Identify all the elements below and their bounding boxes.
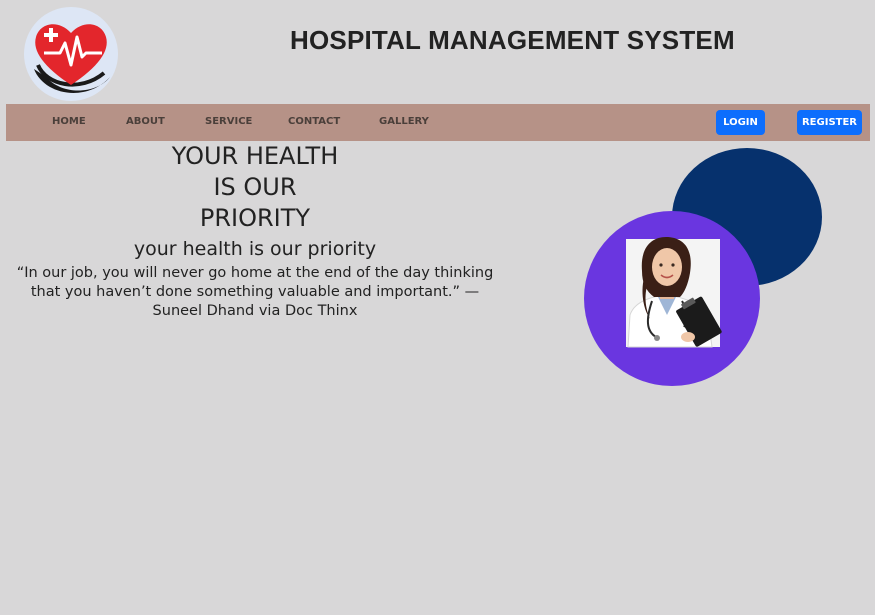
hero-headline-line-1: YOUR HEALTH <box>171 142 339 170</box>
nav-service-link[interactable]: SERVICE <box>205 116 252 127</box>
heart-medical-logo-icon <box>24 7 118 101</box>
nav-contact-link[interactable]: CONTACT <box>288 116 340 127</box>
hero-section: YOUR HEALTH IS OUR PRIORITY your health … <box>0 141 510 321</box>
login-button[interactable]: LOGIN <box>716 110 765 135</box>
navbar: HOME ABOUT SERVICE CONTACT GALLERY LOGIN… <box>6 104 870 141</box>
hero-headline-line-2: IS OUR <box>213 173 297 201</box>
site-title: HOSPITAL MANAGEMENT SYSTEM <box>290 25 735 55</box>
hero-subheading: your health is our priority <box>133 238 377 260</box>
hero-headline: YOUR HEALTH IS OUR PRIORITY <box>0 141 510 234</box>
register-button[interactable]: REGISTER <box>797 110 862 135</box>
purple-circle-decoration <box>584 211 760 386</box>
hero-quote: “In our job, you will never go home at t… <box>16 265 494 319</box>
nav-home-link[interactable]: HOME <box>52 116 86 127</box>
nav-about-link[interactable]: ABOUT <box>126 116 165 127</box>
doctor-with-clipboard-image <box>626 237 722 348</box>
hero-headline-line-3: PRIORITY <box>199 204 311 232</box>
nav-gallery-link[interactable]: GALLERY <box>379 116 429 127</box>
